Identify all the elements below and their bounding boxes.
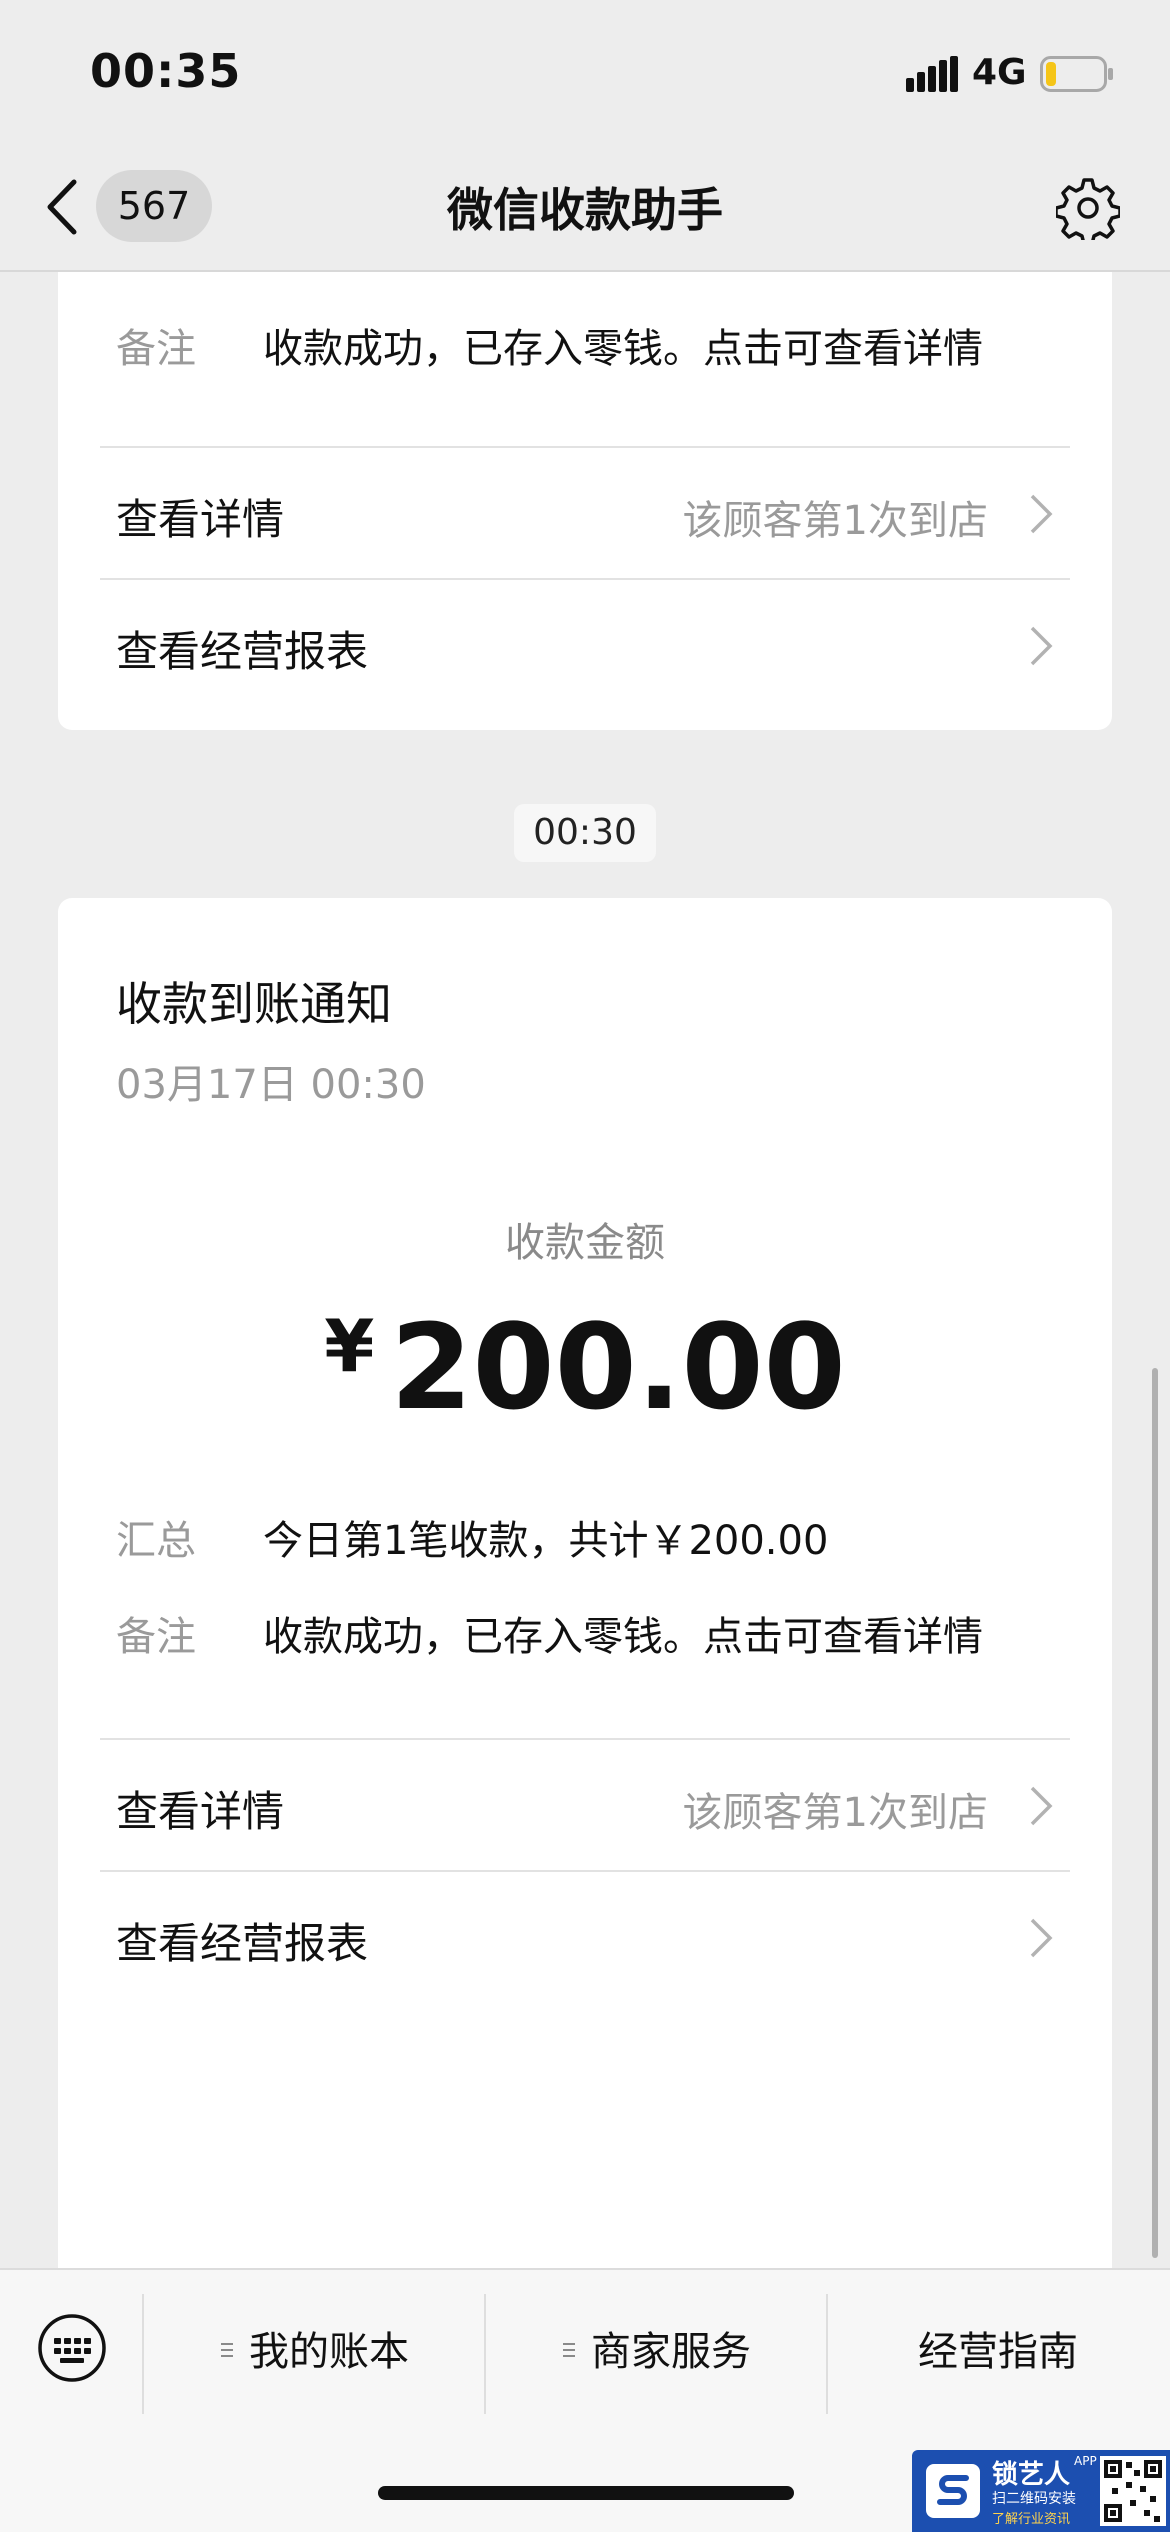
brand-logo-icon	[926, 2464, 980, 2518]
submenu-icon	[563, 2343, 575, 2357]
note-label: 备注	[116, 1614, 196, 1660]
watermark-badge: 锁艺人 APP 扫二维码安装 了解行业资讯	[912, 2450, 1170, 2532]
menu-item-label: 我的账本	[249, 2329, 409, 2375]
currency-symbol: ¥	[324, 1304, 375, 1388]
customer-visit-text: 该顾客第1次到店	[682, 1790, 988, 1836]
card-date: 03月17日 00:30	[116, 1062, 426, 1108]
cellular-signal-icon	[906, 56, 958, 92]
page-title: 微信收款助手	[447, 183, 723, 237]
amount-label: 收款金额	[505, 1220, 665, 1266]
menu-business-guide[interactable]: 经营指南	[828, 2270, 1168, 2434]
screen: 00:35 4G 567 微信收款助手 备注 收款成功，已存入零钱。点击可查看详…	[0, 0, 1170, 2532]
menu-merchant-services[interactable]: 商家服务	[486, 2270, 826, 2434]
view-details-label: 查看详情	[116, 495, 285, 544]
scrollbar[interactable]	[1152, 1368, 1158, 2258]
gear-icon[interactable]	[1056, 176, 1120, 240]
amount-value: 200.00	[390, 1298, 846, 1436]
nav-bar: 567 微信收款助手	[0, 150, 1170, 272]
watermark-app-tag: APP	[1074, 2454, 1097, 2468]
unread-count-badge[interactable]: 567	[96, 170, 212, 242]
note-value: 收款成功，已存入零钱。点击可查看详情	[263, 1614, 983, 1660]
view-details-row[interactable]: 查看详情 该顾客第1次到店	[58, 448, 1112, 578]
summary-label: 汇总	[116, 1518, 196, 1564]
note-label: 备注	[116, 326, 196, 372]
menu-item-label: 商家服务	[591, 2329, 751, 2375]
back-chevron-icon[interactable]	[40, 174, 86, 240]
previous-payment-card[interactable]: 备注 收款成功，已存入零钱。点击可查看详情 查看详情 该顾客第1次到店 查看经营…	[58, 272, 1112, 730]
view-details-label: 查看详情	[116, 1787, 285, 1836]
menu-my-ledger[interactable]: 我的账本	[144, 2270, 484, 2434]
submenu-icon	[221, 2343, 233, 2357]
watermark-line-2: 了解行业资讯	[992, 2512, 1071, 2527]
watermark-line-1: 扫二维码安装	[992, 2491, 1076, 2507]
amount: ¥200.00	[58, 1298, 1112, 1436]
card-title: 收款到账通知	[116, 977, 392, 1031]
status-bar: 00:35 4G	[0, 0, 1170, 150]
home-indicator[interactable]	[378, 2486, 794, 2500]
view-report-row[interactable]: 查看经营报表	[58, 1872, 1112, 2002]
view-report-label: 查看经营报表	[116, 627, 369, 676]
view-details-row[interactable]: 查看详情 该顾客第1次到店	[58, 1740, 1112, 1870]
qr-code-icon	[1100, 2456, 1166, 2526]
chevron-right-icon	[1030, 626, 1053, 666]
keyboard-icon[interactable]	[36, 2312, 108, 2384]
watermark-name: 锁艺人	[992, 2460, 1071, 2490]
network-type: 4G	[972, 52, 1027, 93]
message-timestamp: 00:30	[514, 804, 656, 862]
view-report-row[interactable]: 查看经营报表	[58, 580, 1112, 710]
message-list[interactable]: 备注 收款成功，已存入零钱。点击可查看详情 查看详情 该顾客第1次到店 查看经营…	[0, 272, 1170, 2268]
chevron-right-icon	[1030, 1786, 1053, 1826]
status-time: 00:35	[90, 44, 242, 98]
summary-value: 今日第1笔收款，共计￥200.00	[263, 1518, 829, 1564]
note-value: 收款成功，已存入零钱。点击可查看详情	[263, 326, 983, 372]
customer-visit-text: 该顾客第1次到店	[682, 498, 988, 544]
view-report-label: 查看经营报表	[116, 1919, 369, 1968]
menu-item-label: 经营指南	[918, 2329, 1078, 2375]
chevron-right-icon	[1030, 494, 1053, 534]
battery-icon	[1040, 56, 1113, 92]
payment-receipt-card[interactable]: 收款到账通知 03月17日 00:30 收款金额 ¥200.00 汇总 今日第1…	[58, 898, 1112, 2268]
chevron-right-icon	[1030, 1918, 1053, 1958]
